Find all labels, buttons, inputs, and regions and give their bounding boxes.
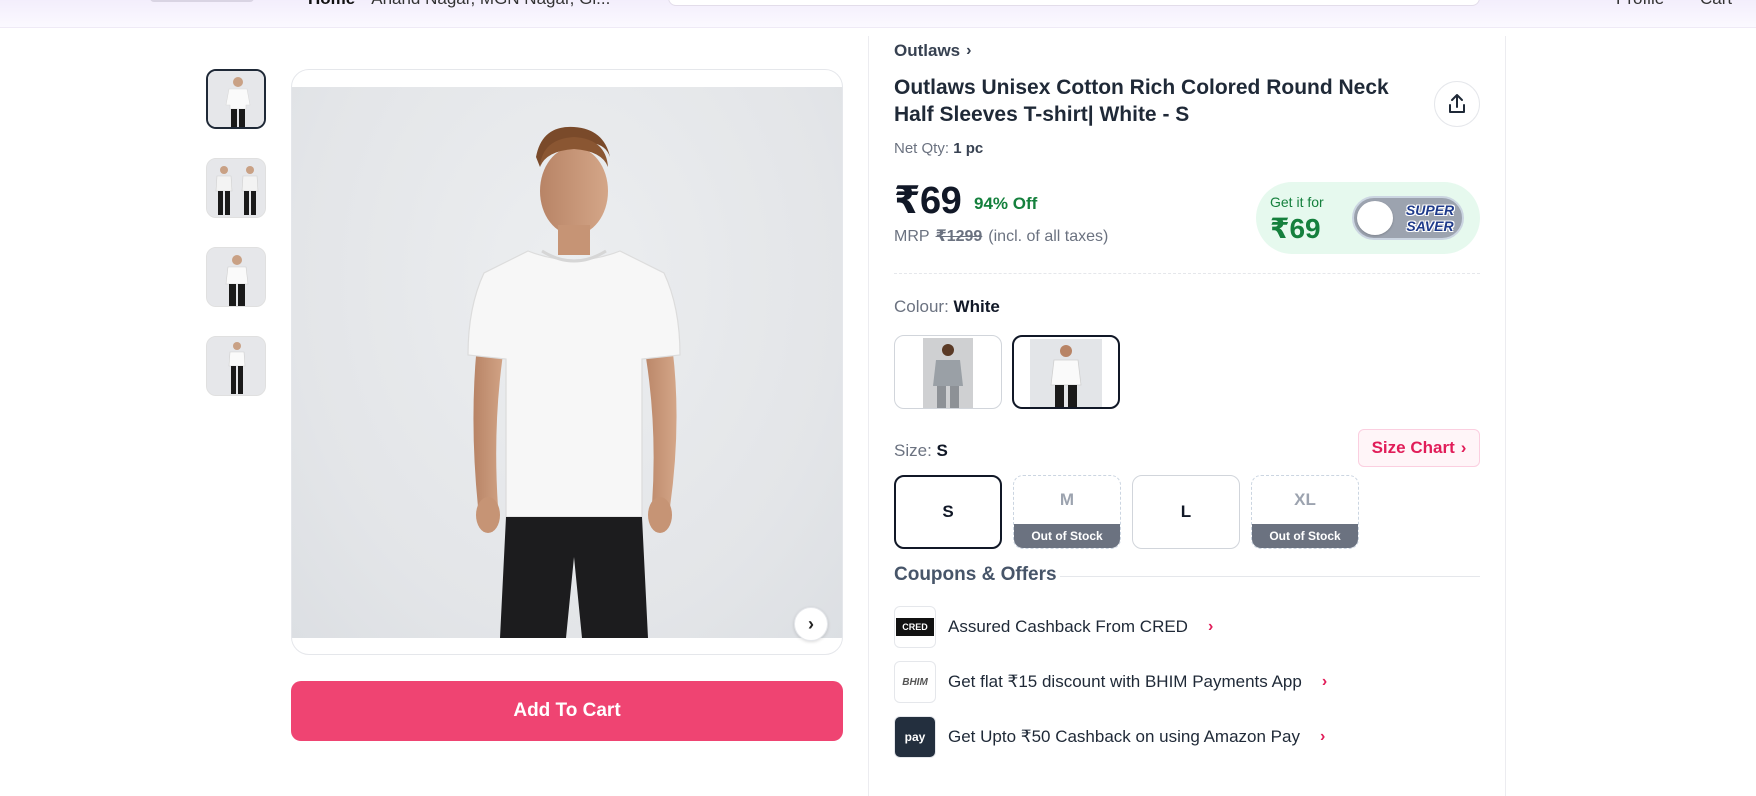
out-of-stock-badge: Out of Stock bbox=[1252, 524, 1358, 548]
share-button[interactable] bbox=[1434, 81, 1480, 127]
out-of-stock-badge: Out of Stock bbox=[1014, 524, 1120, 548]
chevron-right-icon: › bbox=[808, 613, 814, 634]
search-input[interactable] bbox=[668, 0, 1480, 6]
thumbnail-image bbox=[208, 71, 264, 127]
cred-logo-badge: CRED bbox=[896, 618, 934, 636]
size-option-l[interactable]: L bbox=[1132, 475, 1240, 549]
toggle-knob bbox=[1357, 201, 1393, 235]
offer-text: Get flat ₹15 discount with BHIM Payments… bbox=[948, 672, 1302, 691]
thumbnail-4[interactable] bbox=[206, 336, 266, 396]
location-label: Home bbox=[308, 0, 355, 8]
size-selected: S bbox=[936, 441, 948, 460]
colour-label: Colour: White bbox=[894, 297, 1000, 317]
chevron-right-icon: › bbox=[1460, 438, 1467, 457]
cred-logo-icon: CRED bbox=[894, 606, 936, 648]
divider-right bbox=[1505, 36, 1506, 796]
size-chart-button[interactable]: Size Chart › bbox=[1358, 429, 1480, 467]
thumbnail-list bbox=[206, 69, 266, 425]
discount-badge: 94% Off bbox=[974, 194, 1038, 213]
mrp-line: MRP ₹1299 (incl. of all taxes) bbox=[894, 226, 1108, 246]
product-main-image[interactable] bbox=[292, 87, 842, 638]
product-title: Outlaws Unisex Cotton Rich Colored Round… bbox=[894, 76, 1389, 126]
divider-left bbox=[868, 36, 869, 796]
section-divider bbox=[894, 273, 1480, 274]
thumbnail-3[interactable] bbox=[206, 247, 266, 307]
chevron-right-icon: › bbox=[966, 42, 972, 59]
thumbnail-1[interactable] bbox=[206, 69, 266, 129]
size-option-label: XL bbox=[1294, 490, 1316, 509]
brand-name: Outlaws bbox=[894, 41, 961, 60]
net-qty-label: Net Qty: bbox=[894, 140, 950, 157]
logo[interactable] bbox=[150, 0, 254, 2]
cart-link[interactable]: Cart bbox=[1700, 0, 1732, 9]
super-saver-badge: SUPER SAVER bbox=[1400, 202, 1460, 234]
super-saver-price: ₹69 bbox=[1270, 213, 1321, 244]
tshirt-model-illustration bbox=[467, 126, 681, 638]
product-image-card: › bbox=[291, 69, 843, 655]
colour-option-grey[interactable] bbox=[894, 335, 1002, 409]
chevron-right-icon: › bbox=[1319, 728, 1326, 745]
net-quantity: Net Qty: 1 pc bbox=[894, 140, 983, 157]
size-label: Size: S bbox=[894, 441, 948, 461]
share-icon bbox=[1449, 94, 1465, 113]
brand-link[interactable]: Outlaws › bbox=[894, 41, 971, 61]
super-saver-label: Get it for bbox=[1270, 194, 1324, 210]
badge-line-1: SUPER bbox=[1405, 202, 1455, 218]
thumbnail-image bbox=[207, 248, 265, 306]
size-option-label: S bbox=[942, 502, 954, 521]
thumbnail-image bbox=[207, 159, 265, 217]
colour-selected: White bbox=[953, 297, 1000, 316]
offer-item-cred[interactable]: CRED Assured Cashback From CRED › bbox=[894, 606, 1213, 648]
selling-price: ₹69 bbox=[894, 180, 962, 222]
offer-text: Get Upto ₹50 Cashback on using Amazon Pa… bbox=[948, 727, 1300, 746]
add-to-cart-button[interactable]: Add To Cart bbox=[291, 681, 843, 741]
next-image-button[interactable]: › bbox=[794, 607, 828, 641]
thumbnail-2[interactable] bbox=[206, 158, 266, 218]
size-option-label: L bbox=[1180, 502, 1192, 521]
tax-note: (incl. of all taxes) bbox=[988, 228, 1109, 245]
thumbnail-image bbox=[207, 337, 265, 395]
top-header: Home Anand Nagar, MGN Nagar, Gi... Profil… bbox=[0, 0, 1756, 28]
amazon-pay-logo-icon: pay bbox=[894, 716, 936, 758]
size-option-m[interactable]: M Out of Stock bbox=[1013, 475, 1121, 549]
size-option-label: M bbox=[1059, 490, 1075, 509]
profile-link[interactable]: Profile bbox=[1616, 0, 1664, 9]
super-saver-toggle[interactable]: SUPER SAVER bbox=[1352, 196, 1464, 240]
size-chart-label: Size Chart bbox=[1371, 438, 1455, 457]
swatch-image bbox=[1030, 339, 1102, 407]
location-text: Anand Nagar, MGN Nagar, Gi... bbox=[371, 0, 610, 8]
colour-option-white[interactable] bbox=[1012, 335, 1120, 409]
mrp-value: ₹1299 bbox=[935, 228, 983, 245]
offer-text: Assured Cashback From CRED bbox=[948, 617, 1188, 636]
super-saver-card: Get it for ₹69 SUPER SAVER bbox=[1256, 182, 1480, 254]
size-option-s[interactable]: S bbox=[894, 475, 1002, 549]
size-option-xl[interactable]: XL Out of Stock bbox=[1251, 475, 1359, 549]
swatch-image bbox=[923, 338, 973, 408]
net-qty-value: 1 pc bbox=[953, 140, 984, 157]
chevron-right-icon: › bbox=[1321, 673, 1328, 690]
mrp-label: MRP bbox=[894, 228, 930, 245]
coupons-divider bbox=[1060, 576, 1480, 577]
delivery-location[interactable]: Home Anand Nagar, MGN Nagar, Gi... bbox=[308, 0, 610, 9]
size-label-text: Size: bbox=[894, 441, 932, 460]
colour-label-text: Colour: bbox=[894, 297, 949, 316]
chevron-right-icon: › bbox=[1207, 618, 1214, 635]
offer-item-amazon-pay[interactable]: pay Get Upto ₹50 Cashback on using Amazo… bbox=[894, 716, 1325, 758]
badge-line-2: SAVER bbox=[1406, 218, 1454, 234]
offer-item-bhim[interactable]: BHIM Get flat ₹15 discount with BHIM Pay… bbox=[894, 661, 1327, 703]
swatch-grey-illustration bbox=[933, 344, 963, 408]
coupons-heading: Coupons & Offers bbox=[894, 564, 1057, 585]
bhim-logo-icon: BHIM bbox=[894, 661, 936, 703]
swatch-white-illustration bbox=[1050, 345, 1082, 407]
